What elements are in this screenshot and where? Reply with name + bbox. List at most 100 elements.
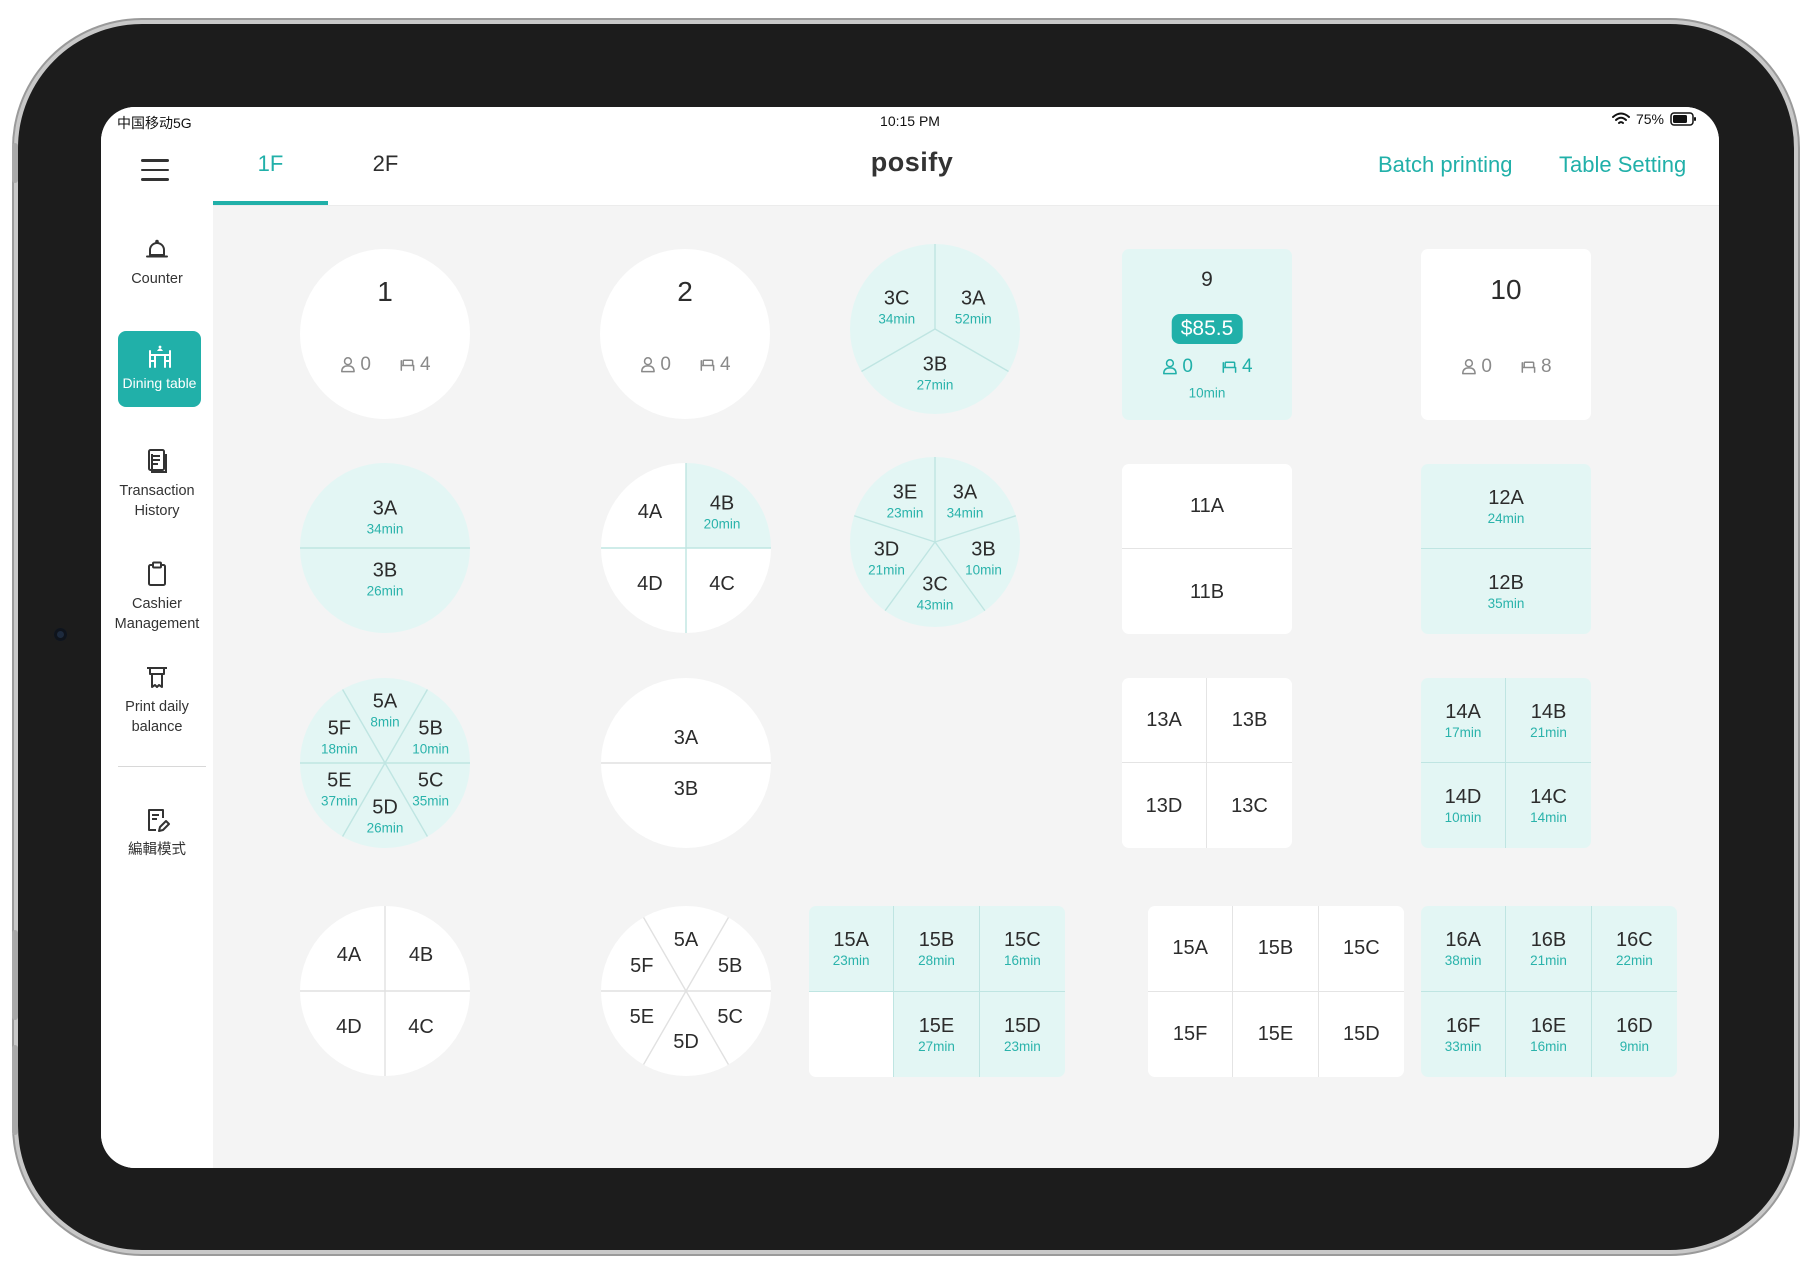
- sidebar-item-label: Print daily balance: [125, 699, 189, 735]
- seat-section[interactable]: 12A 24min: [1421, 464, 1591, 549]
- seat-section[interactable]: 11B: [1122, 549, 1292, 634]
- seat-section[interactable]: 14B 21min: [1506, 678, 1591, 763]
- edit-icon: [148, 809, 170, 832]
- sidebar-item-counter[interactable]: Counter: [101, 235, 213, 289]
- occupied-time: 43min: [916, 597, 954, 613]
- seat-section[interactable]: 13C: [1207, 763, 1292, 848]
- seat-section[interactable]: 13A: [1122, 678, 1207, 763]
- seat-section[interactable]: 3A 52min: [955, 286, 992, 327]
- seat-section[interactable]: 15D: [1318, 991, 1404, 1077]
- sidebar-item-cashier-management[interactable]: Cashier Management: [101, 560, 213, 634]
- dining-table[interactable]: 16A 38min 16B 21min 16C 22min 16F 33min 16E 16min…: [1421, 906, 1677, 1077]
- seat-section[interactable]: 5A: [674, 928, 698, 952]
- seat-section[interactable]: 16D 9min: [1591, 991, 1677, 1077]
- seat-section[interactable]: 5B 10min: [412, 716, 449, 757]
- seat-section[interactable]: 15C 16min: [979, 906, 1065, 992]
- dining-table[interactable]: 3A 52min 3B 27min 3C 34min: [850, 244, 1020, 414]
- seat-section[interactable]: 11A: [1122, 464, 1292, 549]
- seat-section[interactable]: 15A: [1148, 906, 1234, 992]
- seat-section[interactable]: 3B: [674, 777, 698, 801]
- seat-section[interactable]: 3E 23min: [887, 480, 924, 521]
- dining-table[interactable]: 12A 24min 12B 35min: [1421, 464, 1591, 634]
- seat-section[interactable]: 13B: [1207, 678, 1292, 763]
- seat-section[interactable]: 5E 37min: [321, 769, 358, 810]
- seat-section[interactable]: 15A 23min: [809, 906, 895, 992]
- seat-section[interactable]: 16C 22min: [1591, 906, 1677, 992]
- dining-table[interactable]: 3A 3B: [601, 678, 771, 848]
- seat-section[interactable]: 3D 21min: [868, 537, 905, 578]
- seat-section[interactable]: 4D: [637, 572, 663, 596]
- seat-section[interactable]: 16F 33min: [1421, 991, 1507, 1077]
- seat-section[interactable]: 16A 38min: [1421, 906, 1507, 992]
- seat-section[interactable]: 3A 34min: [367, 497, 404, 538]
- seat-label: 3A: [952, 481, 978, 504]
- seat-section[interactable]: 15E 27min: [894, 991, 980, 1077]
- table-setting-button[interactable]: Table Setting: [1559, 152, 1686, 178]
- dining-table[interactable]: 4A 4B 4C 4D: [300, 906, 470, 1076]
- seat-section[interactable]: 3C 43min: [917, 573, 954, 614]
- seat-section[interactable]: 16B 21min: [1506, 906, 1592, 992]
- seat-section[interactable]: 5B: [718, 954, 742, 978]
- seat-section[interactable]: 5F: [630, 954, 653, 978]
- sidebar-item-transaction-history[interactable]: Transaction History: [101, 447, 213, 521]
- dining-table[interactable]: 10 0 8: [1421, 249, 1591, 420]
- seat-section[interactable]: 14D 10min: [1421, 763, 1506, 848]
- seat-section[interactable]: 4B 20min: [704, 491, 741, 532]
- hamburger-menu-icon[interactable]: [141, 159, 169, 183]
- wifi-icon: [1611, 112, 1630, 124]
- dining-table[interactable]: 204: [600, 249, 770, 419]
- occupied-time: 22min: [1615, 952, 1653, 968]
- seat-section[interactable]: 15E: [1233, 991, 1319, 1077]
- dining-table[interactable]: 15A 23min 15B 28min 15C 16min 15E 27min 15D 23min: [809, 906, 1065, 1077]
- seat-section[interactable]: 14A 17min: [1421, 678, 1506, 763]
- sidebar-item-dining-table[interactable]: Dining table: [118, 331, 201, 407]
- table-sections-graphic: [601, 678, 771, 848]
- sidebar-item-print-daily-balance[interactable]: Print daily balance: [101, 663, 213, 737]
- seat-section[interactable]: [809, 991, 895, 1077]
- seat-section[interactable]: 16E 16min: [1506, 991, 1592, 1077]
- seat-section[interactable]: 3B 10min: [965, 537, 1002, 578]
- dining-table[interactable]: 9 $85.5 0 4 10min: [1122, 249, 1292, 420]
- seat-section[interactable]: 4C: [709, 572, 735, 596]
- dining-table[interactable]: 3A 34min 3B 10min 3C 43min 3D 21min 3E 23min: [850, 457, 1020, 627]
- seat-section[interactable]: 12B 35min: [1421, 549, 1591, 634]
- seat-section[interactable]: 4B: [409, 943, 433, 967]
- dining-table[interactable]: 4A 4B 20min 4C 4D: [601, 463, 771, 633]
- seat-section[interactable]: 4A: [337, 943, 361, 967]
- seat-section[interactable]: 5C 35min: [412, 769, 449, 810]
- seat-section[interactable]: 15F: [1148, 991, 1234, 1077]
- batch-printing-button[interactable]: Batch printing: [1378, 152, 1513, 178]
- seat-section[interactable]: 4A: [638, 500, 662, 524]
- seat-section[interactable]: 13D: [1122, 763, 1207, 848]
- dining-table[interactable]: 3A 34min 3B 26min: [300, 463, 470, 633]
- dining-table[interactable]: 5A 5B 5C 5D 5E 5F: [601, 906, 771, 1076]
- seat-section[interactable]: 3B 26min: [367, 558, 404, 599]
- seat-section[interactable]: 15B: [1233, 906, 1319, 992]
- seat-section[interactable]: 5E: [630, 1005, 654, 1029]
- dining-table[interactable]: 15A 15B 15C 15F 15E 15D: [1148, 906, 1404, 1077]
- seat-section[interactable]: 3A: [674, 726, 698, 750]
- tab-1f[interactable]: 1F: [213, 151, 328, 177]
- dining-table[interactable]: 13A 13B 13D 13C: [1122, 678, 1292, 848]
- seat-section[interactable]: 3B 27min: [917, 353, 954, 394]
- seat-section[interactable]: 15D 23min: [979, 991, 1065, 1077]
- tab-2f[interactable]: 2F: [328, 151, 443, 177]
- seat-section[interactable]: 3A 34min: [947, 480, 984, 521]
- seat-section[interactable]: 15B 28min: [894, 906, 980, 992]
- dining-table[interactable]: 11A 11B: [1122, 464, 1292, 634]
- seat-section[interactable]: 5D 26min: [367, 795, 404, 836]
- seat-section[interactable]: 4D: [336, 1015, 362, 1039]
- seat-section[interactable]: 5D: [673, 1030, 699, 1054]
- dining-table[interactable]: 5A 8min 5B 10min 5C 35min 5D 26min 5E 37min 5F 18mi…: [300, 678, 470, 848]
- seat-section[interactable]: 14C 14min: [1506, 763, 1591, 848]
- sidebar-item-edit-mode[interactable]: 編輯模式: [101, 806, 213, 860]
- dining-table[interactable]: 14A 17min 14B 21min 14D 10min 14C 14min: [1421, 678, 1591, 848]
- seat-label: 14D: [1444, 786, 1482, 808]
- seat-section[interactable]: 5A 8min: [370, 690, 399, 731]
- seat-section[interactable]: 3C 34min: [878, 286, 915, 327]
- seat-section[interactable]: 5F 18min: [321, 716, 358, 757]
- dining-table[interactable]: 104: [300, 249, 470, 419]
- seat-section[interactable]: 4C: [408, 1015, 434, 1039]
- seat-section[interactable]: 5C: [717, 1005, 743, 1029]
- seat-section[interactable]: 15C: [1318, 906, 1404, 992]
